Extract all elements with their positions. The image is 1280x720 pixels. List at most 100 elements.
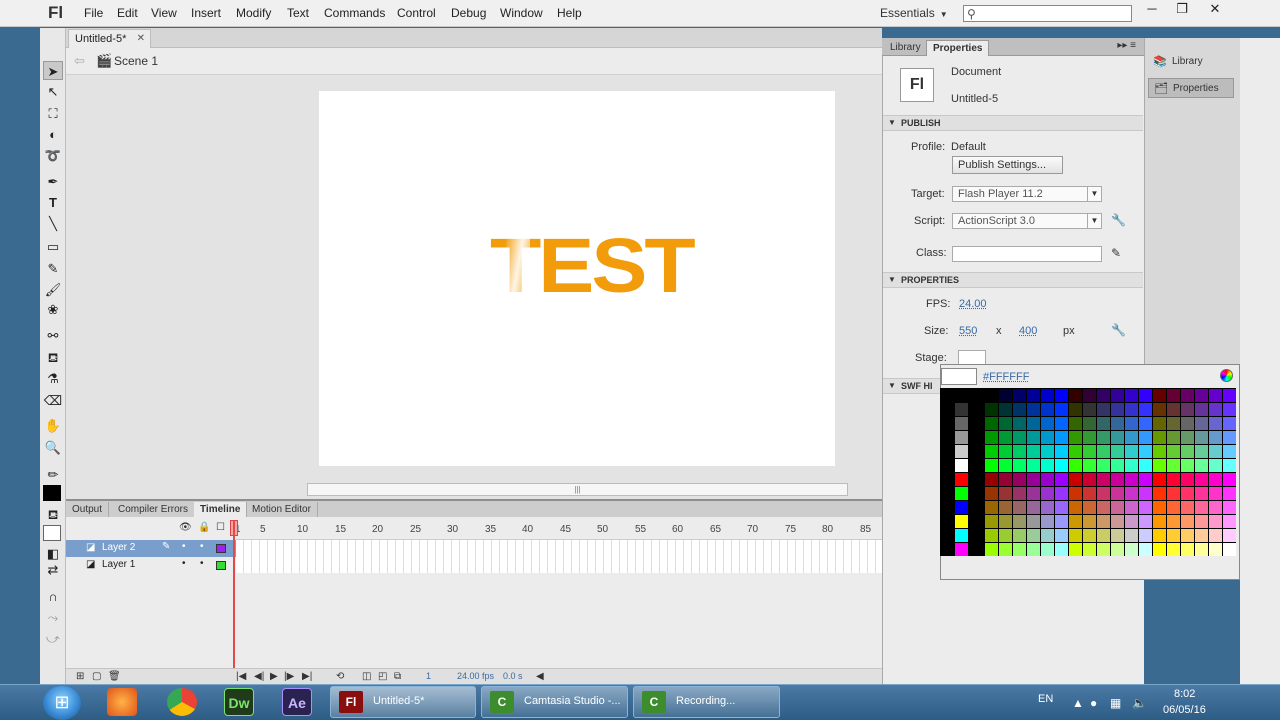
color-swatch[interactable] bbox=[1153, 487, 1166, 500]
color-swatch[interactable] bbox=[955, 473, 968, 486]
color-swatch[interactable] bbox=[985, 487, 998, 500]
color-swatch[interactable] bbox=[1139, 501, 1152, 514]
color-swatch[interactable] bbox=[1111, 459, 1124, 472]
color-picker-wheel-icon[interactable] bbox=[1220, 369, 1233, 382]
color-swatch[interactable] bbox=[1013, 487, 1026, 500]
color-swatch[interactable] bbox=[1027, 417, 1040, 430]
paint-bucket-tool-icon[interactable]: ⛾ bbox=[43, 348, 63, 367]
color-swatch[interactable] bbox=[1027, 487, 1040, 500]
color-swatch[interactable] bbox=[955, 529, 968, 542]
color-swatch[interactable] bbox=[955, 515, 968, 528]
frame-ruler[interactable]: 1 5 10 15 20 25 30 35 40 45 50 55 60 65 … bbox=[235, 520, 882, 538]
color-swatch[interactable] bbox=[1083, 515, 1096, 528]
color-swatch[interactable] bbox=[1181, 515, 1194, 528]
color-swatch[interactable] bbox=[985, 445, 998, 458]
color-swatch[interactable] bbox=[985, 459, 998, 472]
color-swatch[interactable] bbox=[999, 417, 1012, 430]
color-swatch[interactable] bbox=[1167, 501, 1180, 514]
color-swatch[interactable] bbox=[1167, 417, 1180, 430]
tab-timeline[interactable]: Timeline bbox=[194, 502, 248, 518]
color-swatch[interactable] bbox=[1027, 431, 1040, 444]
color-swatch[interactable] bbox=[999, 515, 1012, 528]
color-swatch[interactable] bbox=[1041, 543, 1054, 556]
color-swatch[interactable] bbox=[1153, 543, 1166, 556]
color-swatch[interactable] bbox=[1055, 431, 1068, 444]
color-swatch[interactable] bbox=[1041, 473, 1054, 486]
step-forward-icon[interactable]: |▶ bbox=[284, 671, 294, 682]
color-swatch[interactable] bbox=[1111, 501, 1124, 514]
color-swatch[interactable] bbox=[1167, 529, 1180, 542]
rectangle-tool-icon[interactable]: ▭ bbox=[43, 237, 63, 256]
color-swatch[interactable] bbox=[1111, 431, 1124, 444]
color-swatch[interactable] bbox=[1195, 473, 1208, 486]
color-swatch[interactable] bbox=[1209, 487, 1222, 500]
color-swatch[interactable] bbox=[1167, 403, 1180, 416]
lock-icon[interactable]: 🔒 bbox=[198, 522, 210, 533]
color-swatch[interactable] bbox=[1181, 403, 1194, 416]
color-swatch[interactable] bbox=[1097, 389, 1110, 402]
color-swatch[interactable] bbox=[1111, 403, 1124, 416]
color-swatch[interactable] bbox=[1041, 501, 1054, 514]
tray-record-icon[interactable]: ● bbox=[1090, 696, 1097, 710]
color-swatch[interactable] bbox=[1223, 431, 1236, 444]
start-button[interactable]: ⊞ bbox=[43, 686, 81, 720]
horizontal-scrollbar[interactable]: ||| bbox=[307, 483, 848, 496]
color-swatch[interactable] bbox=[1223, 403, 1236, 416]
scroll-left-icon[interactable]: ◀ bbox=[536, 671, 544, 682]
color-swatch[interactable] bbox=[1041, 459, 1054, 472]
color-swatch[interactable] bbox=[1027, 515, 1040, 528]
tab-properties[interactable]: Properties bbox=[926, 40, 990, 56]
outline-icon[interactable]: ☐ bbox=[216, 522, 225, 533]
color-swatch[interactable] bbox=[1055, 515, 1068, 528]
color-swatch[interactable] bbox=[1181, 431, 1194, 444]
pen-tool-icon[interactable]: ✒ bbox=[43, 172, 63, 191]
hand-tool-icon[interactable]: ✋ bbox=[43, 416, 63, 435]
pencil-tool-icon[interactable]: ✎ bbox=[43, 259, 63, 278]
color-swatch[interactable] bbox=[1041, 403, 1054, 416]
color-swatch[interactable] bbox=[1209, 417, 1222, 430]
menu-window[interactable]: Window bbox=[500, 6, 543, 20]
lock-dot[interactable]: • bbox=[200, 541, 204, 552]
color-swatch[interactable] bbox=[1069, 501, 1082, 514]
color-swatch[interactable] bbox=[955, 403, 968, 416]
hex-value[interactable]: #FFFFFF bbox=[983, 371, 1029, 383]
color-swatch[interactable] bbox=[1195, 501, 1208, 514]
color-swatch[interactable] bbox=[1223, 445, 1236, 458]
color-swatch[interactable] bbox=[985, 403, 998, 416]
color-swatch[interactable] bbox=[1111, 473, 1124, 486]
color-swatch[interactable] bbox=[1027, 445, 1040, 458]
color-swatch[interactable] bbox=[1181, 473, 1194, 486]
color-swatch[interactable] bbox=[955, 543, 968, 556]
taskbar-task[interactable]: C Camtasia Studio -... bbox=[481, 686, 628, 718]
taskbar-task[interactable]: Fl Untitled-5* bbox=[330, 686, 476, 718]
new-folder-icon[interactable]: ▢ bbox=[92, 671, 101, 682]
color-swatch[interactable] bbox=[1209, 501, 1222, 514]
menu-edit[interactable]: Edit bbox=[117, 6, 138, 20]
publish-settings-button[interactable]: Publish Settings... bbox=[952, 156, 1063, 174]
color-swatch[interactable] bbox=[1209, 403, 1222, 416]
color-swatch[interactable] bbox=[1153, 473, 1166, 486]
color-swatch[interactable] bbox=[1139, 487, 1152, 500]
color-swatch[interactable] bbox=[1013, 473, 1026, 486]
color-swatch[interactable] bbox=[1055, 445, 1068, 458]
frame-rate[interactable]: 24.00 fps bbox=[457, 671, 494, 681]
color-swatch[interactable] bbox=[1027, 403, 1040, 416]
color-swatch[interactable] bbox=[1055, 389, 1068, 402]
color-swatch[interactable] bbox=[1153, 459, 1166, 472]
color-swatch[interactable] bbox=[1097, 487, 1110, 500]
color-swatch[interactable] bbox=[1083, 403, 1096, 416]
color-swatch[interactable] bbox=[1209, 459, 1222, 472]
layer-row[interactable]: ◪ Layer 1 • • bbox=[66, 557, 236, 574]
color-swatch[interactable] bbox=[1069, 417, 1082, 430]
selection-tool-icon[interactable]: ➤ bbox=[43, 61, 63, 80]
color-swatch[interactable] bbox=[985, 431, 998, 444]
color-swatch[interactable] bbox=[955, 459, 968, 472]
clock-date[interactable]: 06/05/16 bbox=[1163, 704, 1206, 716]
document-tab[interactable]: Untitled-5* ✕ bbox=[68, 29, 151, 48]
current-frame[interactable]: 1 bbox=[426, 671, 431, 681]
color-swatch[interactable] bbox=[1195, 515, 1208, 528]
color-swatch[interactable] bbox=[985, 389, 998, 402]
straighten-icon[interactable]: ⤻ bbox=[43, 629, 63, 648]
color-swatch[interactable] bbox=[1125, 403, 1138, 416]
minimize-button[interactable]: ─ bbox=[1136, 0, 1168, 18]
